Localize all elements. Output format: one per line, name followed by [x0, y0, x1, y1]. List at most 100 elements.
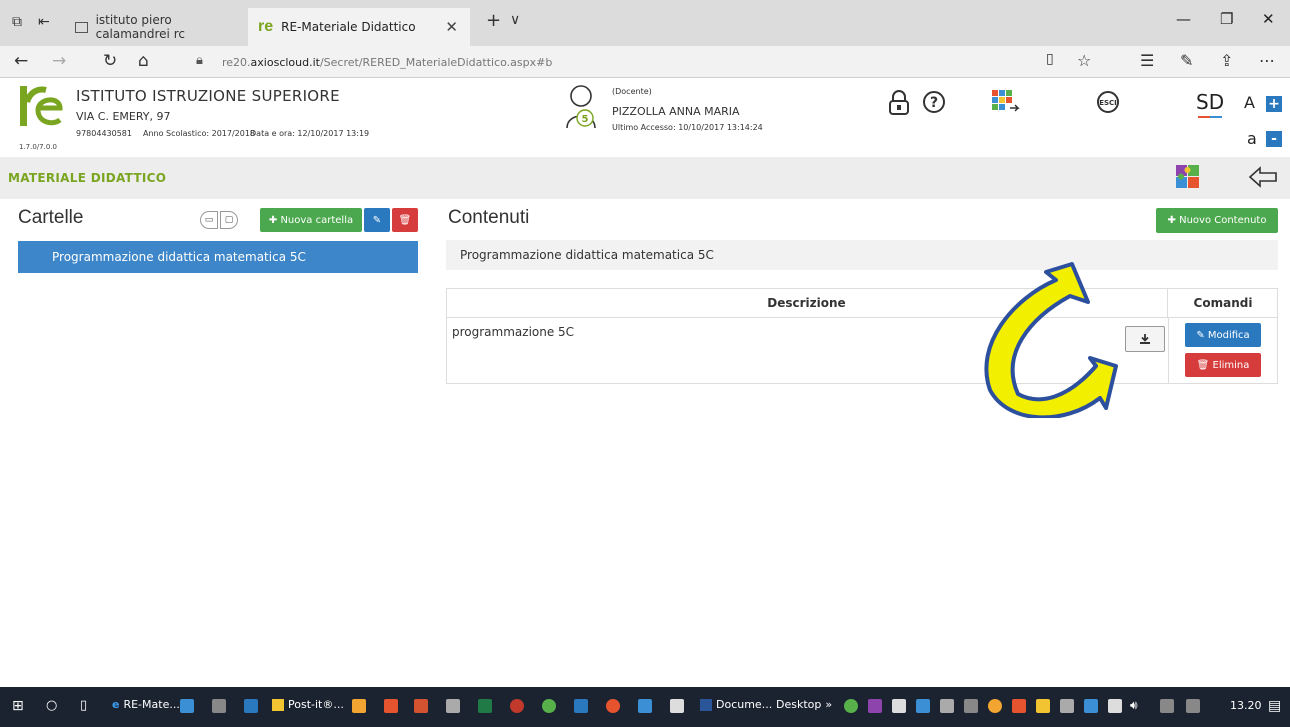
taskbar-app-icon[interactable]	[244, 699, 258, 713]
taskbar-app-icon[interactable]	[384, 699, 398, 713]
maximize-button[interactable]: ❐	[1220, 10, 1233, 28]
favorites-list-icon[interactable]: ☰	[1140, 51, 1154, 70]
taskbar-clock[interactable]: 13.20	[1230, 699, 1262, 712]
tab-list-icon[interactable]: ⧉	[12, 14, 22, 30]
delete-folder-button[interactable]: 🗑︎	[392, 208, 418, 232]
tray-icon[interactable]	[940, 699, 954, 713]
back-icon[interactable]: ←	[14, 51, 28, 71]
edit-folder-button[interactable]: ✎	[364, 208, 390, 232]
taskbar-postit-item[interactable]: Post-it®...	[272, 698, 344, 711]
tab-label: istituto piero calamandrei rc	[95, 13, 185, 41]
close-window-button[interactable]: ✕	[1262, 10, 1275, 28]
task-view-icon[interactable]: ▯	[80, 698, 87, 713]
school-code: 97804430581	[76, 129, 132, 138]
reading-view-icon[interactable]: ▯	[1046, 51, 1054, 67]
home-icon[interactable]: ⌂	[138, 51, 149, 71]
font-large-label: A	[1244, 93, 1255, 112]
new-tab-button[interactable]: +	[486, 10, 501, 31]
new-folder-button[interactable]: ✚ Nuova cartella	[260, 208, 362, 232]
tray-icon[interactable]	[1160, 699, 1174, 713]
more-icon[interactable]: ⋯	[1259, 51, 1275, 70]
tray-icon[interactable]	[1186, 699, 1200, 713]
col-header-description-label: Descrizione	[767, 295, 846, 310]
taskbar-app-icon[interactable]	[574, 699, 588, 713]
volume-icon[interactable]: 🔊︎	[1130, 698, 1138, 713]
refresh-icon[interactable]: ↻	[103, 51, 117, 71]
close-folder-icon[interactable]: ▢	[220, 211, 238, 229]
favorite-star-icon[interactable]: ☆	[1077, 51, 1091, 70]
tray-icon[interactable]	[844, 699, 858, 713]
tray-icon[interactable]	[916, 699, 930, 713]
puzzle-icon[interactable]	[1174, 163, 1202, 191]
edge-icon: e	[112, 698, 120, 711]
minimize-button[interactable]: —	[1176, 10, 1191, 28]
onedrive-icon[interactable]	[892, 699, 906, 713]
font-decrease-button[interactable]: -	[1266, 131, 1282, 147]
folders-title: Cartelle	[18, 207, 84, 228]
taskbar-app-icon[interactable]	[352, 699, 366, 713]
user-role: (Docente)	[612, 87, 652, 96]
tray-icon[interactable]	[988, 699, 1002, 713]
edit-content-button[interactable]: ✎ Modifica	[1185, 323, 1261, 347]
section-title: MATERIALE DIDATTICO	[8, 171, 167, 185]
taskbar-edge-item[interactable]: e RE-Mate...	[112, 698, 180, 711]
taskbar-app-icon[interactable]	[180, 699, 194, 713]
user-avatar-icon[interactable]: 5	[563, 84, 599, 130]
set-aside-tabs-icon[interactable]: ⇤	[38, 14, 50, 30]
tray-icon[interactable]	[964, 699, 978, 713]
notifications-icon[interactable]: ▤	[1268, 698, 1281, 714]
start-windows-icon[interactable]: ⊞	[12, 698, 24, 714]
taskbar-app-icon[interactable]	[510, 699, 524, 713]
back-arrow-icon[interactable]	[1248, 166, 1278, 188]
web-note-icon[interactable]: ✎	[1180, 51, 1193, 70]
tab-istituto[interactable]: istituto piero calamandrei rc	[65, 8, 245, 46]
tray-icon[interactable]	[868, 699, 882, 713]
tab-menu-icon[interactable]: ∨	[510, 12, 520, 28]
lock-icon: 🔒︎	[196, 53, 203, 68]
folder-item[interactable]: Programmazione didattica matematica 5C	[18, 241, 418, 273]
taskbar-app-icon[interactable]	[638, 699, 652, 713]
tray-icon[interactable]	[1012, 699, 1026, 713]
calculator-icon[interactable]	[446, 699, 460, 713]
mail-icon[interactable]	[670, 699, 684, 713]
school-name: ISTITUTO ISTRUZIONE SUPERIORE	[76, 87, 340, 105]
download-button[interactable]	[1125, 326, 1165, 352]
taskbar-word-item[interactable]: Docume...	[700, 698, 772, 711]
svg-text:?: ?	[930, 95, 938, 111]
avatar-number: 5	[582, 114, 589, 125]
taskbar: ⊞ ○ ▯ e RE-Mate... Post-it®... Docume... …	[0, 687, 1290, 727]
tray-icon[interactable]	[1036, 699, 1050, 713]
tray-icon[interactable]	[1060, 699, 1074, 713]
content-path-bar: Programmazione didattica matematica 5C	[446, 240, 1278, 270]
share-icon[interactable]: ⇪	[1220, 51, 1233, 70]
taskbar-app-icon[interactable]	[542, 699, 556, 713]
search-circle-icon[interactable]: ○	[46, 698, 57, 713]
taskbar-word-label: Docume...	[716, 698, 773, 711]
font-increase-button[interactable]: +	[1266, 96, 1282, 112]
excel-icon[interactable]	[478, 699, 492, 713]
tab-close-icon[interactable]: ✕	[445, 18, 458, 36]
re-logo-icon	[20, 86, 63, 126]
exit-icon[interactable]: ESCI	[1096, 90, 1120, 114]
network-icon[interactable]	[1108, 699, 1122, 713]
tray-icon[interactable]	[1084, 699, 1098, 713]
url-prefix: re20.	[222, 55, 251, 69]
column-divider	[1168, 318, 1169, 384]
delete-content-button[interactable]: 🗑 Elimina	[1185, 353, 1261, 377]
help-icon[interactable]: ?	[922, 90, 946, 114]
taskbar-app-icon[interactable]	[212, 699, 226, 713]
new-content-button[interactable]: ✚ Nuovo Contenuto	[1156, 208, 1278, 233]
tab-label: RE-Materiale Didattico	[281, 20, 416, 34]
forward-icon[interactable]: →	[52, 51, 66, 71]
url-field[interactable]: 🔒︎ re20. axioscloud.it/Secret/RERED_Mater…	[190, 51, 1090, 73]
tab-materiale-didattico[interactable]: re RE-Materiale Didattico ✕	[248, 8, 470, 46]
sd-label: SD	[1196, 90, 1225, 114]
desktop-toolbar[interactable]: Desktop»	[776, 698, 832, 711]
calendar-transfer-icon[interactable]	[990, 88, 1020, 116]
lock-icon[interactable]	[888, 90, 910, 116]
font-small-label: a	[1247, 129, 1257, 148]
sd-underline-icon	[1198, 116, 1222, 118]
powerpoint-icon[interactable]	[414, 699, 428, 713]
chrome-icon[interactable]	[606, 699, 620, 713]
open-folder-icon[interactable]: ▭	[200, 211, 218, 229]
